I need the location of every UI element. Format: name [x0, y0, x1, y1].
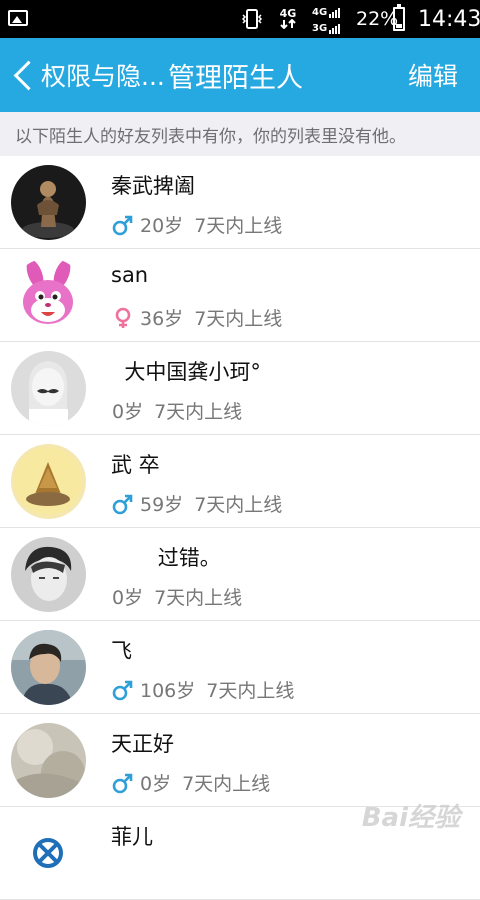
- signal-bars-icon: [329, 4, 341, 18]
- avatar: [11, 165, 86, 240]
- person-info: 59岁 7天内上线: [112, 490, 282, 517]
- person-name: san: [111, 263, 149, 287]
- person-name: 飞: [111, 639, 132, 663]
- person-name: 武 卒: [111, 453, 160, 477]
- edit-button[interactable]: 编辑: [408, 38, 458, 112]
- male-icon: [112, 214, 134, 236]
- person-online: 7天内上线: [194, 494, 283, 516]
- data-network-indicator: 4G: [279, 0, 297, 38]
- person-online: 7天内上线: [194, 308, 283, 330]
- person-age: 0岁: [140, 773, 172, 795]
- person-info: 106岁 7天内上线: [112, 676, 294, 703]
- battery-icon: [393, 0, 405, 38]
- page-title: 管理陌生人: [168, 62, 303, 94]
- person-online: 7天内上线: [206, 680, 295, 702]
- male-icon: [112, 679, 134, 701]
- watermark: Bai经验: [361, 803, 460, 833]
- person-age: 59岁: [140, 494, 184, 516]
- back-label: 权限与隐...: [41, 62, 165, 91]
- person-online: 7天内上线: [154, 587, 243, 609]
- female-icon: [112, 307, 134, 329]
- notice-text: 以下陌生人的好友列表中有你，你的列表里没有他。: [0, 112, 480, 156]
- vibrate-icon: [240, 0, 264, 38]
- chevron-left-icon: [13, 60, 44, 90]
- person-age: 0岁: [112, 401, 144, 423]
- person-name: 天正好: [111, 732, 174, 756]
- male-icon: [112, 772, 134, 794]
- person-online: 7天内上线: [182, 773, 271, 795]
- person-age: 106岁: [140, 680, 196, 702]
- list-item[interactable]: 天正好 0岁 7天内上线: [0, 714, 480, 807]
- person-name: 过错。: [111, 546, 221, 570]
- list-item[interactable]: 过错。 0岁 7天内上线: [0, 528, 480, 621]
- avatar: [11, 258, 86, 333]
- back-button[interactable]: 权限与隐...: [10, 38, 165, 112]
- avatar: [11, 537, 86, 612]
- data-activity-icon: [280, 19, 296, 29]
- person-info: 0岁 7天内上线: [112, 397, 242, 424]
- list-item[interactable]: san 36岁 7天内上线: [0, 249, 480, 342]
- list-item[interactable]: 秦武捭阖 20岁 7天内上线: [0, 156, 480, 249]
- signal-bars-icon: [329, 20, 341, 34]
- network-type-label: 4G: [279, 7, 297, 20]
- person-info: 0岁 7天内上线: [112, 583, 242, 610]
- gallery-notification-icon: [8, 10, 28, 26]
- person-info: 20岁 7天内上线: [112, 211, 282, 238]
- person-online: 7天内上线: [194, 215, 283, 237]
- clock: 14:43: [418, 6, 480, 32]
- person-info: 0岁 7天内上线: [112, 769, 270, 796]
- sim1-network-label: 4G: [312, 7, 328, 18]
- person-name: 大中国龚小珂°: [111, 360, 261, 384]
- list-item[interactable]: 武 卒 59岁 7天内上线: [0, 435, 480, 528]
- male-icon: [112, 493, 134, 515]
- person-age: 0岁: [112, 587, 144, 609]
- person-age: 20岁: [140, 215, 184, 237]
- person-info: 36岁 7天内上线: [112, 304, 282, 331]
- battery-percent: 22%: [356, 8, 399, 30]
- avatar: [11, 444, 86, 519]
- avatar: [11, 630, 86, 705]
- person-age: 36岁: [140, 308, 184, 330]
- person-name: 秦武捭阖: [111, 174, 195, 198]
- list-item[interactable]: 大中国龚小珂° 0岁 7天内上线: [0, 342, 480, 435]
- list-item[interactable]: 飞 106岁 7天内上线: [0, 621, 480, 714]
- sim2-network-label: 3G: [312, 23, 328, 34]
- avatar: [11, 723, 86, 798]
- app-bar: 权限与隐... 管理陌生人 编辑: [0, 38, 480, 112]
- person-name: 菲儿: [111, 825, 153, 849]
- person-online: 7天内上线: [154, 401, 243, 423]
- avatar: [11, 351, 86, 426]
- stranger-list: 秦武捭阖 20岁 7天内上线 san 36岁 7天内上线 大中国龚小珂° 0岁 …: [0, 156, 480, 900]
- status-bar: 4G 4G 3G 22% 14:43: [0, 0, 480, 38]
- signal-indicators: 4G 3G: [312, 0, 341, 38]
